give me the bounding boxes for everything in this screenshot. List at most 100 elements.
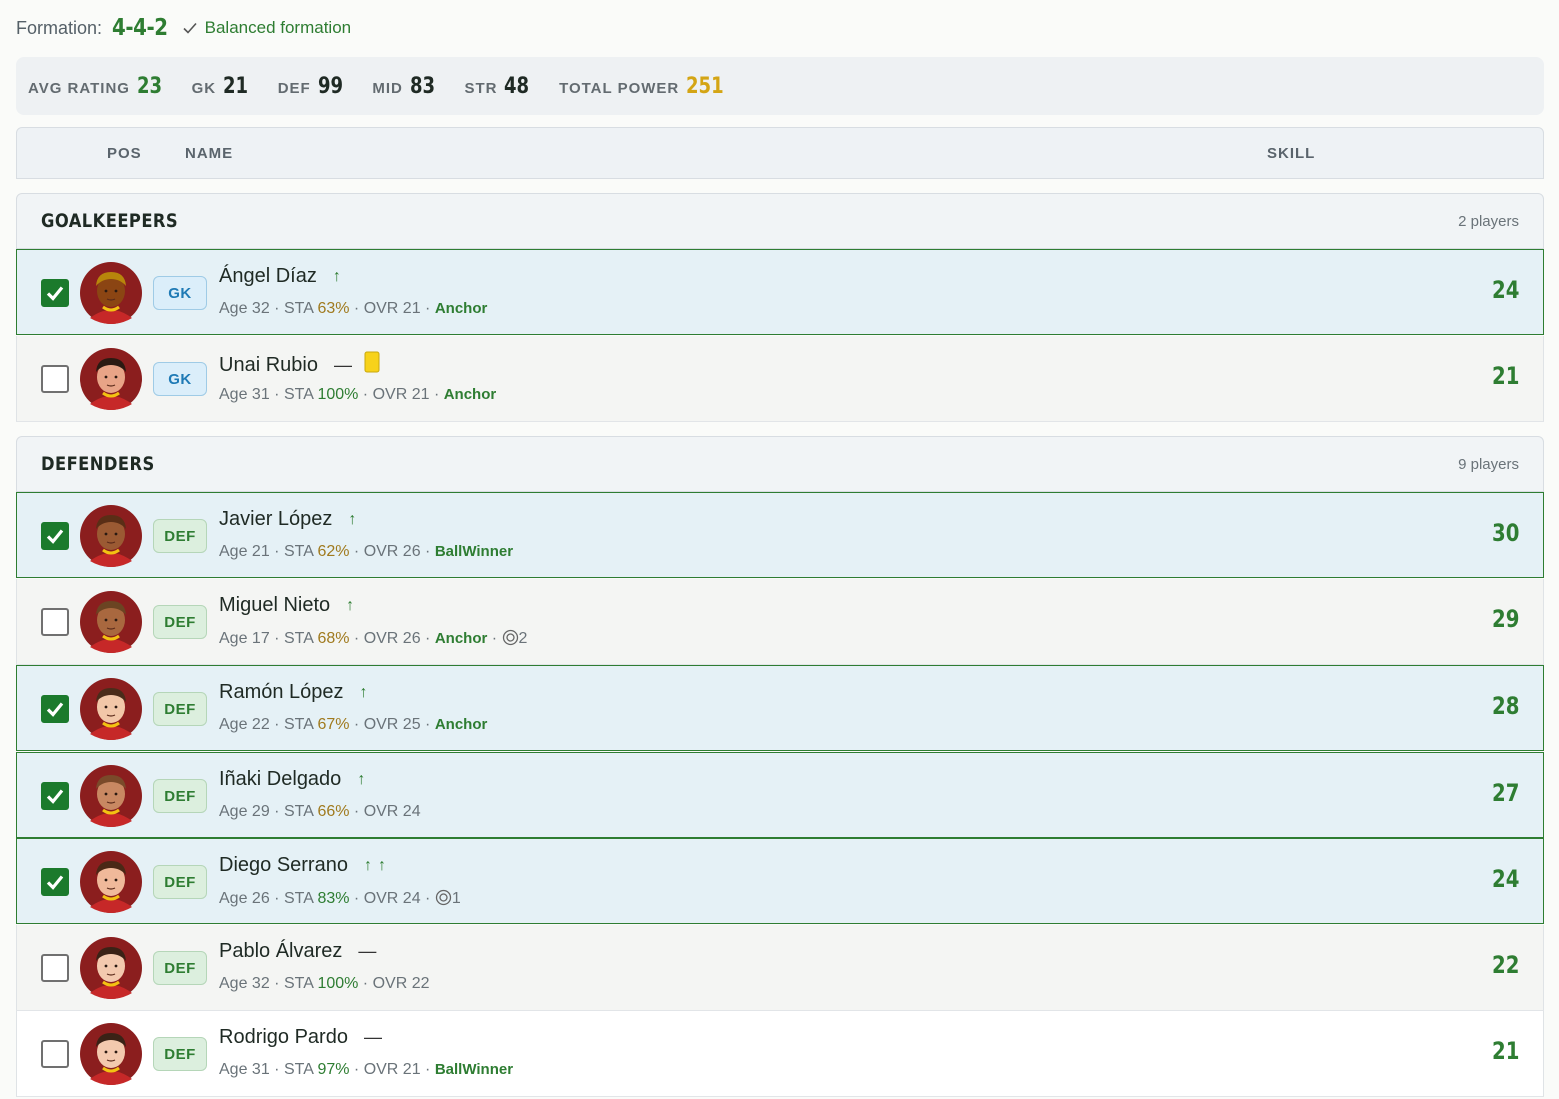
select-checkbox[interactable] [41, 954, 69, 982]
trend-up-icon: ↑ [357, 770, 372, 788]
trend-up-icon: ↑↑ [363, 856, 392, 874]
group-count: 9 players [1458, 456, 1519, 473]
player-name-line: Miguel Nieto ↑ [219, 594, 360, 617]
formation-value: 4-4-2 [112, 15, 168, 41]
stat-value: 99 [317, 73, 343, 99]
column-header-skill[interactable]: SKILL [1267, 145, 1315, 162]
group-header-defenders[interactable]: DEFENDERS 9 players [16, 436, 1544, 492]
select-checkbox[interactable] [41, 782, 69, 810]
player-meta: Age 17 · STA 68% · OVR 26 · Anchor · 2 [219, 629, 527, 651]
player-name[interactable]: Pablo Álvarez [219, 940, 342, 963]
formation-status-text: Balanced formation [204, 18, 352, 37]
select-checkbox[interactable] [41, 868, 69, 896]
stat-value: 48 [504, 73, 530, 99]
player-ovr: OVR 24 [363, 890, 421, 907]
stat-label: AVG RATING [28, 79, 130, 97]
target-count: 2 [518, 630, 528, 647]
player-stamina: 97% [317, 1061, 350, 1078]
stat-value: 251 [686, 73, 724, 99]
stamina-label: STA [283, 975, 313, 992]
player-meta: Age 32 · STA 63% · OVR 21 · Anchor [219, 300, 488, 317]
player-age: Age 21 [219, 543, 270, 560]
target-icon [435, 889, 452, 911]
player-name[interactable]: Ramón López [219, 681, 344, 704]
player-age: Age 31 [219, 1061, 270, 1078]
position-badge: DEF [153, 692, 207, 726]
player-stamina: 66% [317, 803, 350, 820]
stat-value: 83 [409, 73, 435, 99]
player-name[interactable]: Miguel Nieto [219, 594, 330, 617]
player-ovr: OVR 25 [363, 716, 421, 733]
player-trait: Anchor [434, 300, 488, 317]
player-name-line: Rodrigo Pardo — [219, 1026, 382, 1049]
column-header-name[interactable]: NAME [185, 145, 233, 162]
player-meta: Age 26 · STA 83% · OVR 24 · 1 [219, 889, 461, 911]
player-name[interactable]: Iñaki Delgado [219, 768, 341, 791]
player-row[interactable]: DEF Diego Serrano ↑↑ Age 26 · STA 83% · OVR… [16, 838, 1544, 924]
player-name[interactable]: Ángel Díaz [219, 265, 317, 288]
player-row[interactable]: GK Ángel Díaz ↑ Age 32 · STA 63% · OVR 21 ·… [16, 249, 1544, 335]
stats-bar: AVG RATING 23 GK 21 DEF 99 MID 83 STR 48 TOTAL POW… [16, 57, 1544, 115]
player-skill: 29 [1491, 605, 1519, 633]
player-avatar [80, 1023, 142, 1085]
column-header-pos[interactable]: POS [107, 145, 142, 162]
player-ovr: OVR 21 [372, 386, 430, 403]
player-row[interactable]: DEF Ramón López ↑ Age 22 · STA 67% · OVR 25… [16, 665, 1544, 751]
player-row[interactable]: DEF Rodrigo Pardo — Age 31 · STA 97% · OVR … [16, 1011, 1544, 1097]
group-count: 2 players [1458, 213, 1519, 230]
yellow-card-icon [364, 351, 380, 379]
player-age: Age 22 [219, 716, 270, 733]
stat-label: DEF [277, 79, 311, 97]
select-checkbox[interactable] [41, 1040, 69, 1068]
select-checkbox[interactable] [41, 608, 69, 636]
player-avatar [80, 851, 142, 913]
stat-label: GK [191, 79, 217, 97]
player-name-line: Ramón López ↑ [219, 681, 374, 704]
player-stamina: 62% [317, 543, 350, 560]
group-title: GOALKEEPERS [41, 210, 179, 232]
select-checkbox[interactable] [41, 522, 69, 550]
player-name[interactable]: Unai Rubio [219, 354, 318, 377]
group-title: DEFENDERS [41, 453, 155, 475]
player-name-line: Ángel Díaz ↑ [219, 265, 347, 288]
stamina-label: STA [283, 543, 313, 560]
select-checkbox[interactable] [41, 365, 69, 393]
player-meta: Age 31 · STA 100% · OVR 21 · Anchor [219, 386, 497, 403]
player-trait: BallWinner [434, 1061, 514, 1078]
check-icon [181, 19, 199, 37]
player-row[interactable]: GK Unai Rubio — Age 31 · STA 100% · OVR 21 … [16, 336, 1544, 422]
target-count: 1 [451, 890, 461, 907]
formation-status: Balanced formation [181, 18, 351, 38]
stamina-label: STA [283, 300, 313, 317]
player-name[interactable]: Rodrigo Pardo [219, 1026, 348, 1049]
player-avatar [80, 262, 142, 324]
player-row[interactable]: DEF Pablo Álvarez — Age 32 · STA 100% · OVR… [16, 925, 1544, 1011]
select-checkbox[interactable] [41, 695, 69, 723]
player-name[interactable]: Javier López [219, 508, 332, 531]
position-badge: GK [153, 362, 207, 396]
player-name[interactable]: Diego Serrano [219, 854, 348, 877]
player-ovr: OVR 26 [363, 543, 421, 560]
trend-up-icon: ↑ [359, 683, 374, 701]
player-ovr: OVR 22 [372, 975, 430, 992]
player-skill: 24 [1491, 276, 1519, 304]
select-checkbox[interactable] [41, 279, 69, 307]
target-icon [502, 629, 519, 651]
stamina-label: STA [283, 630, 313, 647]
player-avatar [80, 765, 142, 827]
player-row[interactable]: DEF Iñaki Delgado ↑ Age 29 · STA 66% · OVR … [16, 752, 1544, 838]
player-row[interactable]: DEF Miguel Nieto ↑ Age 17 · STA 68% · OVR 2… [16, 579, 1544, 665]
player-skill: 21 [1491, 1037, 1519, 1065]
player-avatar [80, 937, 142, 999]
stat-def: DEF 99 [278, 74, 349, 99]
player-skill: 21 [1491, 362, 1519, 390]
player-meta: Age 22 · STA 67% · OVR 25 · Anchor [219, 716, 488, 733]
group-header-goalkeepers[interactable]: GOALKEEPERS 2 players [16, 193, 1544, 249]
player-row[interactable]: DEF Javier López ↑ Age 21 · STA 62% · OVR 2… [16, 492, 1544, 578]
stat-avg-rating: AVG RATING 23 [28, 74, 168, 99]
stamina-label: STA [283, 890, 313, 907]
position-badge: DEF [153, 605, 207, 639]
stamina-label: STA [283, 1061, 313, 1078]
player-age: Age 17 [219, 630, 270, 647]
player-trait: Anchor [443, 386, 497, 403]
